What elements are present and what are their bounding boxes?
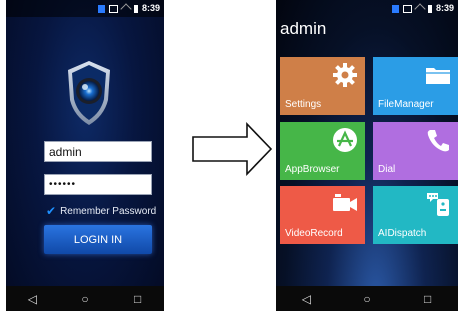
back-icon[interactable]: ◁ [22,292,42,306]
signal-icon [402,4,412,13]
notification-icon [97,4,105,13]
tile-settings[interactable]: Settings [280,57,365,115]
folder-icon [426,68,450,84]
navigation-bar: ◁ ○ □ [276,286,458,311]
signal-icon [108,4,118,13]
phone-icon [427,130,449,152]
shield-camera-logo-icon [68,61,110,125]
status-bar: 8:39 [276,0,458,17]
status-bar: 8:39 [6,0,164,17]
home-icon[interactable]: ○ [75,292,95,306]
tile-label: VideoRecord [285,228,343,239]
gear-icon [333,63,357,87]
tile-filemanager[interactable]: FileManager [373,57,458,115]
video-camera-icon [333,194,357,211]
password-input[interactable]: •••••• [44,174,152,195]
robot-icon [427,193,449,216]
tile-videorecord[interactable]: VideoRecord [280,186,365,244]
tile-label: FileManager [378,99,434,110]
notification-icon [391,4,399,13]
tile-label: Settings [285,99,322,110]
login-button[interactable]: LOGIN IN [44,225,152,254]
status-time: 8:39 [141,3,160,13]
wifi-off-icon [414,2,426,15]
username-input[interactable]: admin [44,141,152,162]
status-time: 8:39 [435,3,454,13]
battery-icon [133,4,138,13]
user-title: admin [280,19,327,38]
tile-label: Dial [378,164,396,175]
login-screen: 8:39 admin •••••• ✔ Remember Password LO… [6,0,164,311]
recents-icon[interactable]: □ [418,292,438,306]
navigation-bar: ◁ ○ □ [6,286,164,311]
home-icon[interactable]: ○ [357,292,377,306]
wifi-off-icon [120,2,132,15]
tile-aidispatch[interactable]: AIDispatch [373,186,458,244]
tile-appbrowser[interactable]: AppBrowser [280,122,365,180]
tile-label: AppBrowser [285,164,340,175]
transition-arrow-icon [192,122,273,176]
battery-icon [427,4,432,13]
home-screen: 8:39 admin Settings FileManager AppBrows… [276,0,458,311]
browser-icon [333,128,357,152]
back-icon[interactable]: ◁ [296,292,316,306]
recents-icon[interactable]: □ [128,292,148,306]
remember-password-label: Remember Password [60,205,157,217]
tile-dial[interactable]: Dial [373,122,458,180]
remember-password-checkbox[interactable]: ✔ Remember Password [46,205,156,217]
checkmark-icon: ✔ [46,204,57,218]
tile-label: AIDispatch [378,228,427,239]
